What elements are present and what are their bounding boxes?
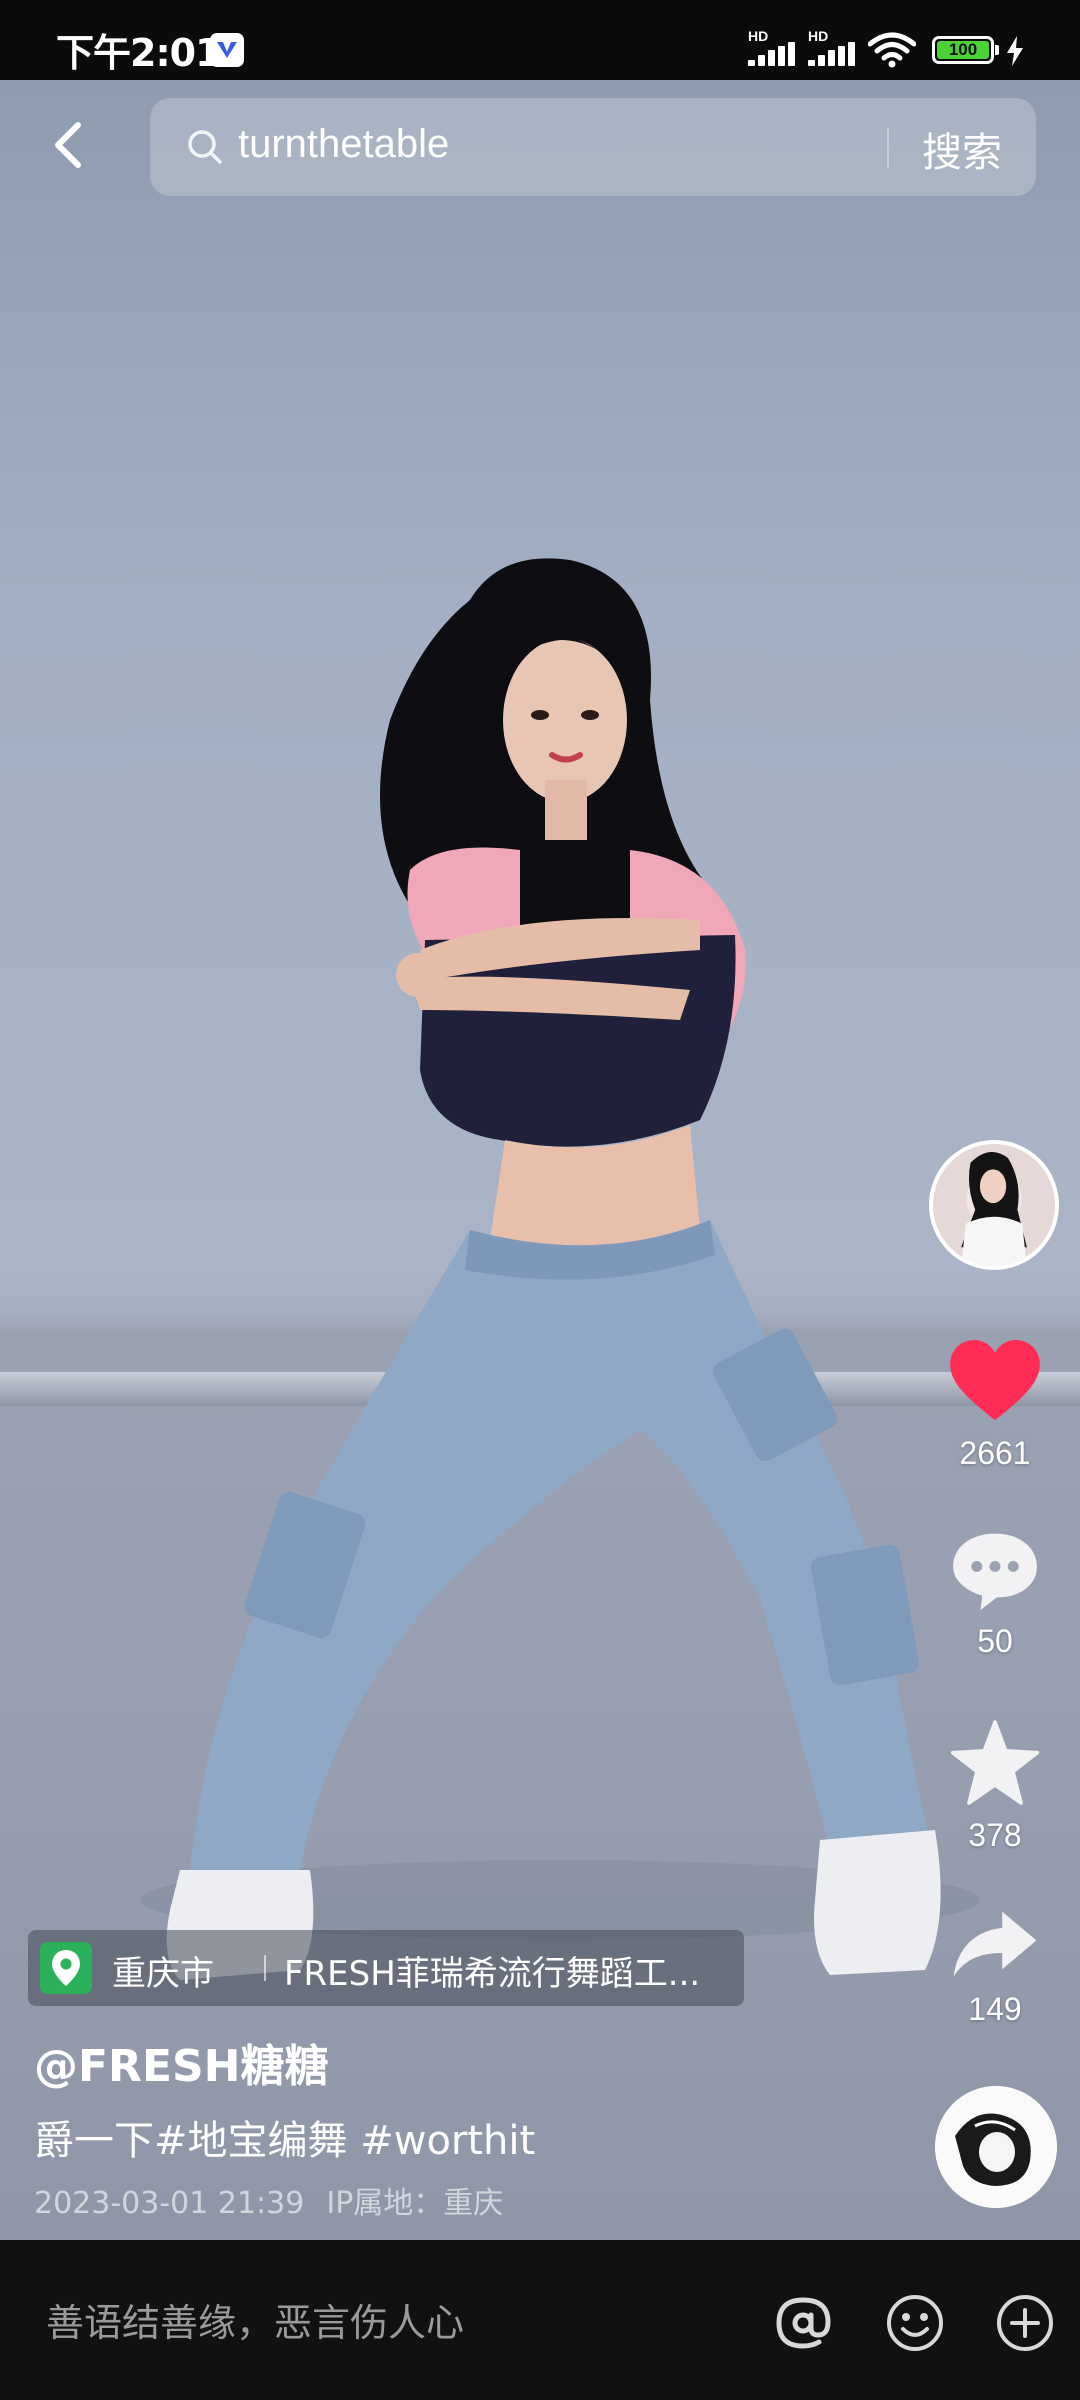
location-city: 重庆市 bbox=[112, 1954, 214, 1994]
location-place: FRESH菲瑞希流行舞蹈工... bbox=[284, 1954, 701, 1994]
dancer-figure: hetable bbox=[140, 558, 980, 1980]
search-input[interactable]: turnthetable bbox=[238, 122, 449, 167]
search-box[interactable]: turnthetable 搜索 bbox=[150, 98, 1036, 196]
share-count: 149 bbox=[968, 1991, 1022, 2027]
post-meta: 2023-03-01 21:39 IP属地：重庆 bbox=[34, 2178, 503, 2222]
music-disc[interactable] bbox=[935, 2086, 1057, 2208]
location-tag[interactable]: 重庆市 FRESH菲瑞希流行舞蹈工... bbox=[28, 1930, 744, 2006]
post-datetime: 2023-03-01 21:39 bbox=[34, 2186, 305, 2221]
status-time: 下午2:01 bbox=[56, 31, 222, 75]
avatar-image bbox=[961, 1152, 1027, 1266]
back-button[interactable] bbox=[40, 105, 100, 185]
battery-level: 100 bbox=[948, 40, 978, 59]
search-icon bbox=[188, 130, 222, 164]
favorite-count: 378 bbox=[968, 1817, 1022, 1853]
share-button[interactable]: 149 bbox=[930, 1908, 1060, 2028]
comment-button[interactable]: 50 bbox=[930, 1530, 1060, 1660]
wifi-icon bbox=[868, 32, 916, 68]
video-player[interactable]: hetable bbox=[0, 80, 1080, 2240]
video-description[interactable]: 爵一下#地宝编舞 #worthit bbox=[34, 2108, 535, 2166]
signal-hd-label: HD bbox=[808, 28, 829, 44]
like-button[interactable]: 2661 bbox=[930, 1340, 1060, 1472]
status-bar: 下午2:01 HD HD 100 bbox=[0, 0, 1080, 80]
comment-bar: 善语结善缘，恶言伤人心 bbox=[0, 2240, 1080, 2400]
comment-icon bbox=[953, 1533, 1037, 1611]
vpn-icon bbox=[210, 33, 244, 67]
creator-avatar[interactable] bbox=[929, 1140, 1059, 1270]
charging-icon bbox=[1007, 36, 1023, 66]
emoji-icon[interactable] bbox=[884, 2292, 946, 2354]
comment-input[interactable]: 善语结善缘，恶言伤人心 bbox=[46, 2292, 464, 2347]
comment-count: 50 bbox=[977, 1623, 1013, 1659]
location-divider bbox=[264, 1955, 266, 1981]
favorite-button[interactable]: 378 bbox=[930, 1720, 1060, 1854]
search-divider bbox=[887, 128, 889, 168]
search-button[interactable]: 搜索 bbox=[922, 120, 1002, 178]
star-icon bbox=[950, 1720, 1040, 1805]
author-name[interactable]: @FRESH糖糖 bbox=[34, 2030, 329, 2094]
ip-location: IP属地：重庆 bbox=[326, 2186, 504, 2221]
signal-hd-label: HD bbox=[748, 28, 769, 44]
battery-icon: 100 bbox=[932, 36, 999, 64]
location-pin-icon bbox=[40, 1942, 92, 1994]
share-icon bbox=[953, 1911, 1037, 1977]
music-disc-image bbox=[935, 2086, 1057, 2208]
add-icon[interactable] bbox=[994, 2292, 1056, 2354]
heart-icon bbox=[950, 1340, 1040, 1421]
mention-icon[interactable] bbox=[772, 2292, 834, 2354]
like-count: 2661 bbox=[959, 1435, 1031, 1471]
